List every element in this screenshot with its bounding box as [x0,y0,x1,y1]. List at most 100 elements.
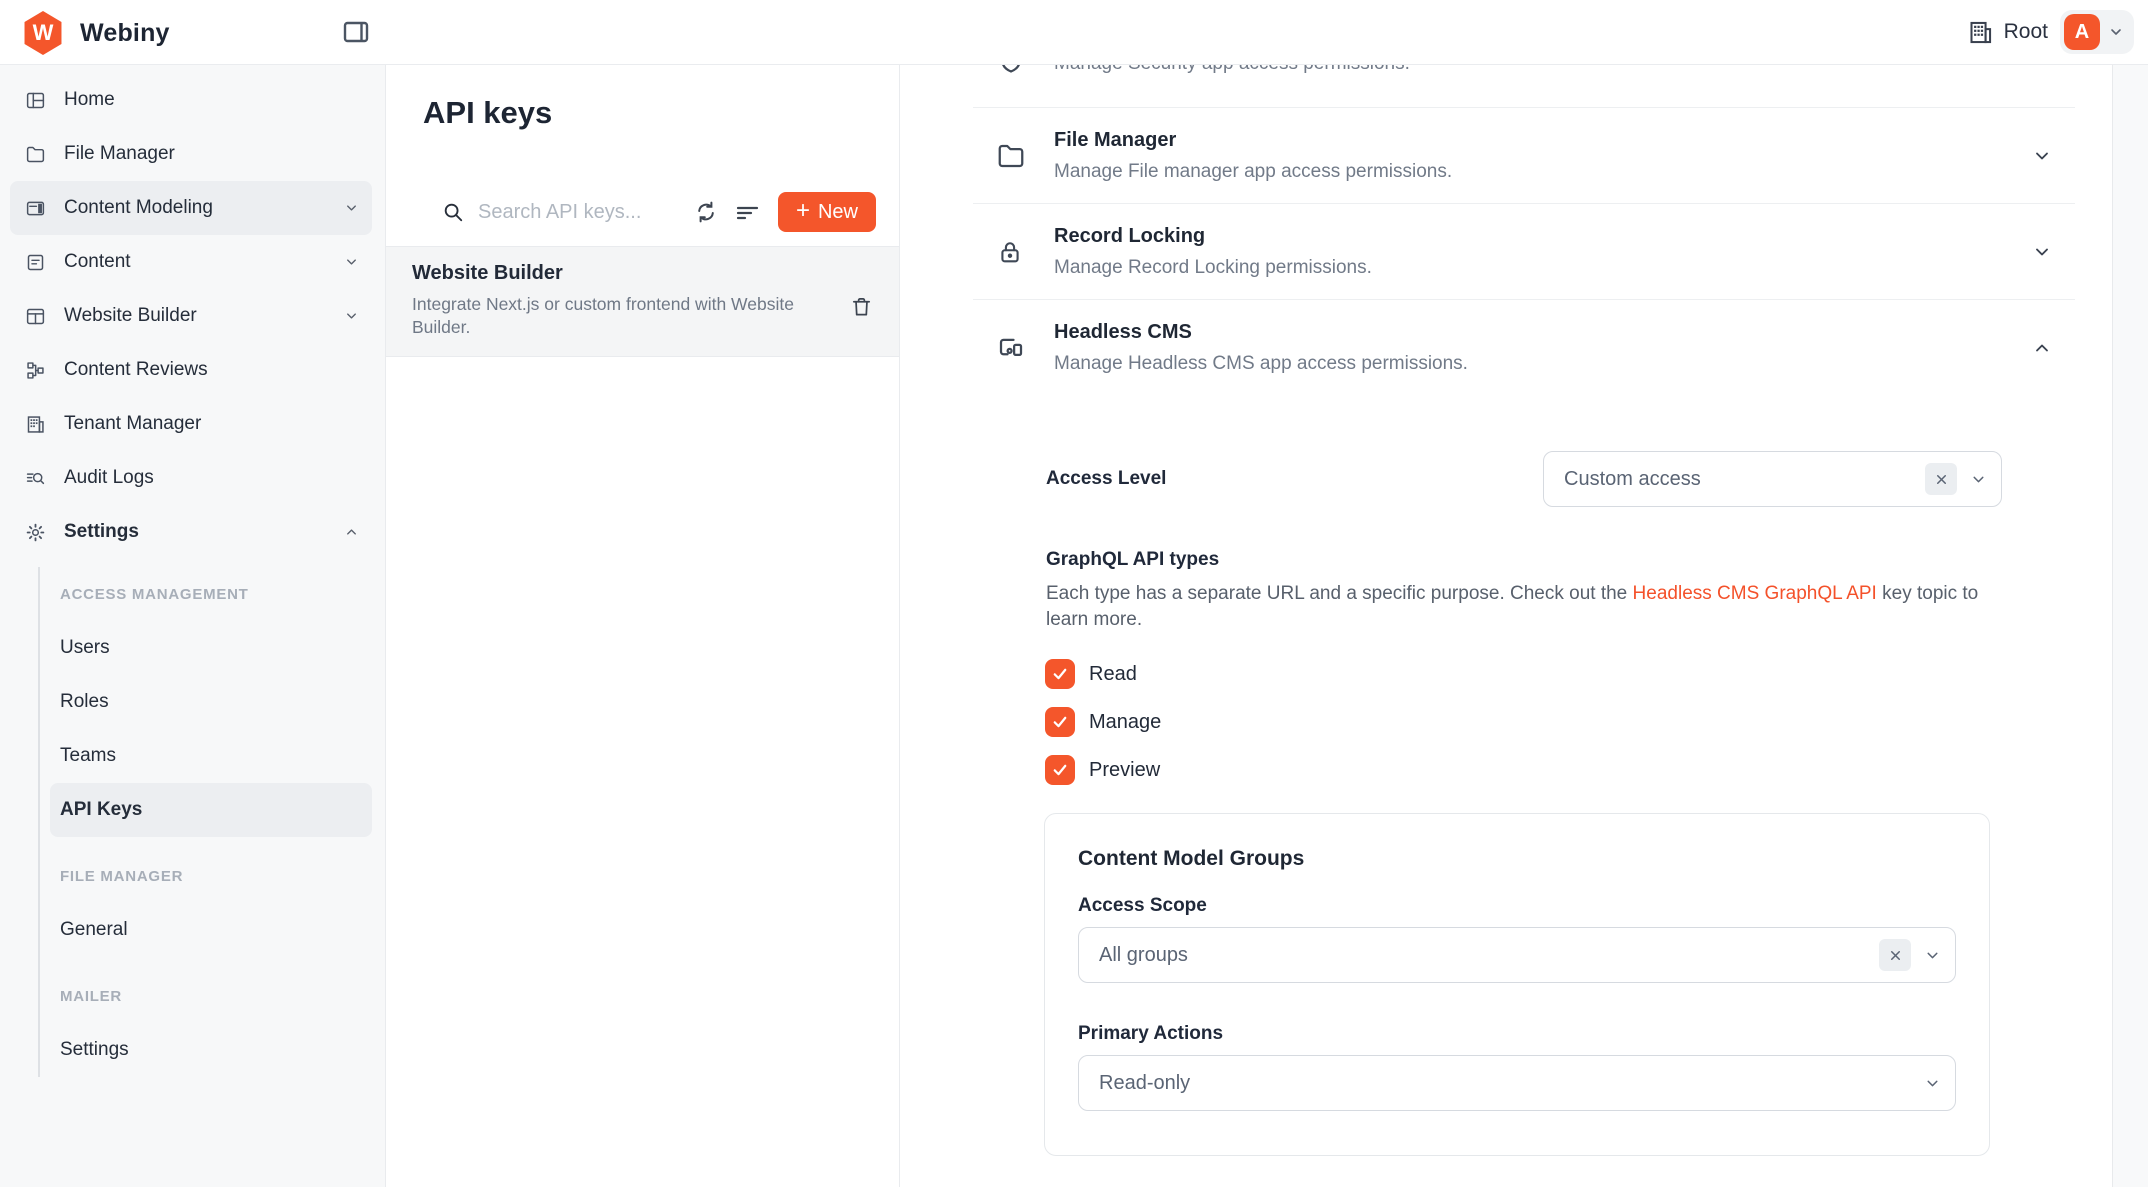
search-input[interactable] [478,201,678,224]
new-button-label: New [818,201,858,224]
checkbox-manage[interactable]: Manage [1045,707,2075,737]
check-icon [1051,761,1069,779]
permission-title: Headless CMS [1054,321,2075,344]
sidebar: Home File Manager Content Modeling Cont [0,65,386,1187]
chevron-up-icon [344,525,359,540]
tenant-switcher[interactable]: Root [1967,19,2048,46]
checkbox-label: Preview [1089,759,1160,782]
primary-actions-value: Read-only [1099,1072,1911,1095]
refresh-button[interactable] [694,200,718,224]
security-row-header[interactable]: Manage Security app access permissions. [973,65,2075,107]
search-toolbar: + New [386,178,899,247]
content-model-groups-card: Content Model Groups Access Scope All gr… [1044,813,1990,1156]
trash-icon [850,295,873,319]
permission-description: Manage Security app access permissions. [1054,65,2075,75]
access-scope-label: Access Scope [1078,895,1956,917]
shield-icon [996,65,1026,76]
graphql-api-types-description: Each type has a separate URL and a speci… [1046,581,1986,633]
lock-icon [996,237,1024,267]
chevron-down-icon [1924,1075,1941,1092]
brand-name: Webiny [80,19,170,48]
checkbox-checked-icon[interactable] [1045,659,1075,689]
website-builder-icon [25,306,46,327]
user-menu[interactable]: A [2060,10,2134,54]
section-heading-mailer: MAILER [40,969,385,1023]
header-right: Root A [1967,0,2134,64]
plus-icon: + [796,199,810,223]
avatar: A [2064,14,2100,50]
sidebar-item-teams[interactable]: Teams [40,729,385,783]
chevron-up-icon[interactable] [2032,338,2052,358]
sidebar-item-roles[interactable]: Roles [40,675,385,729]
sidebar-item-settings[interactable]: Settings [10,505,372,559]
settings-subnav: ACCESS MANAGEMENT Users Roles Teams API … [38,567,385,1077]
chevron-down-icon [2108,24,2124,40]
chevron-down-icon [1970,471,1987,488]
sidebar-item-home[interactable]: Home [10,73,372,127]
scrollbar-track[interactable] [2112,65,2148,1187]
headless-cms-icon [996,333,1026,363]
headless-cms-row-header[interactable]: Headless CMS Manage Headless CMS app acc… [973,300,2075,395]
clear-selection-button[interactable] [1879,939,1911,971]
select-chevron[interactable] [1924,1075,1941,1092]
checkbox-preview[interactable]: Preview [1045,755,2075,785]
sidebar-item-label: File Manager [64,143,175,165]
access-level-row: Access Level Custom access [1046,451,2002,507]
checkbox-read[interactable]: Read [1045,659,2075,689]
sidebar-item-label: Website Builder [64,305,197,327]
sidebar-item-api-keys[interactable]: API Keys [50,783,372,837]
primary-actions-select[interactable]: Read-only [1078,1055,1956,1111]
audit-logs-icon [25,468,46,489]
sidebar-item-file-manager[interactable]: File Manager [10,127,372,181]
sidebar-item-mailer-settings[interactable]: Settings [40,1023,385,1077]
tenant-label: Root [2004,20,2048,44]
checkbox-checked-icon[interactable] [1045,707,1075,737]
sidebar-item-label: Audit Logs [64,467,154,489]
access-level-label: Access Level [1046,468,1543,490]
permission-description: Manage Record Locking permissions. [1054,257,2075,279]
access-scope-select[interactable]: All groups [1078,927,1956,983]
content-reviews-icon [25,360,46,381]
sidebar-item-label: Settings [64,521,139,543]
sidebar-collapse-button[interactable] [343,20,369,44]
sidebar-item-content[interactable]: Content [10,235,372,289]
headless-cms-graphql-api-link[interactable]: Headless CMS GraphQL API [1633,583,1877,604]
search-icon [442,201,464,223]
permission-title: File Manager [1054,129,2075,152]
api-key-list-item[interactable]: Website Builder Integrate Next.js or cus… [386,247,899,357]
api-key-title: Website Builder [412,262,839,285]
permission-description: Manage Headless CMS app access permissio… [1054,353,2075,375]
select-chevron[interactable] [1970,471,1987,488]
new-api-key-button[interactable]: + New [778,192,876,232]
collapse-sidebar-icon [343,20,369,44]
record-locking-row-header[interactable]: Record Locking Manage Record Locking per… [973,204,2075,299]
api-keys-list-panel: API keys + New Websi [386,65,900,1187]
gear-icon [25,522,46,543]
sidebar-item-website-builder[interactable]: Website Builder [10,289,372,343]
sidebar-item-audit-logs[interactable]: Audit Logs [10,451,372,505]
graphql-api-types-label: GraphQL API types [1046,549,2075,571]
chevron-down-icon[interactable] [2032,242,2052,262]
section-heading-access-management: ACCESS MANAGEMENT [40,567,385,621]
building-icon [1967,19,1994,46]
sidebar-item-content-reviews[interactable]: Content Reviews [10,343,372,397]
sidebar-item-users[interactable]: Users [40,621,385,675]
chevron-down-icon[interactable] [2032,146,2052,166]
delete-api-key-button[interactable] [850,295,873,319]
file-manager-row-header[interactable]: File Manager Manage File manager app acc… [973,108,2075,203]
chevron-down-icon [344,309,359,324]
sidebar-item-tenant-manager[interactable]: Tenant Manager [10,397,372,451]
sidebar-item-general[interactable]: General [40,903,385,957]
access-level-select[interactable]: Custom access [1543,451,2002,507]
select-chevron[interactable] [1924,947,1941,964]
clear-selection-button[interactable] [1925,463,1957,495]
chevron-down-icon [1924,947,1941,964]
checkbox-label: Read [1089,663,1137,686]
sidebar-item-label: Content Reviews [64,359,208,381]
sidebar-item-content-modeling[interactable]: Content Modeling [10,181,372,235]
top-header: WebinyW Webiny Root [0,0,2148,65]
headless-cms-settings: Access Level Custom access [973,451,2075,1187]
sort-button[interactable] [734,200,760,224]
sidebar-item-label: Content Modeling [64,197,213,219]
checkbox-checked-icon[interactable] [1045,755,1075,785]
